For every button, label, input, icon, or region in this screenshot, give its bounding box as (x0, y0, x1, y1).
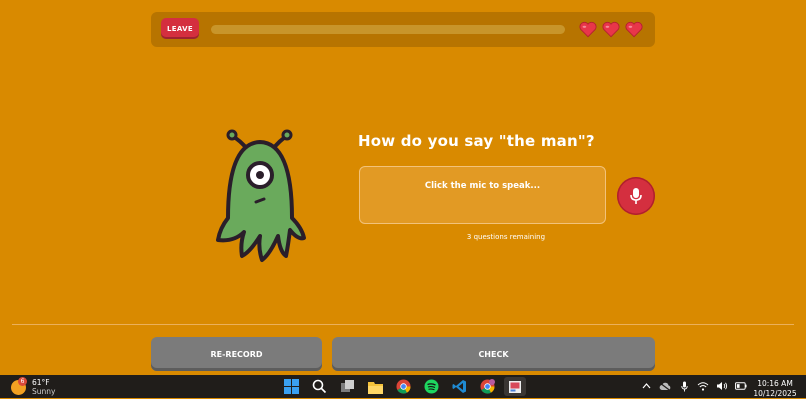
chrome-icon[interactable] (392, 377, 414, 396)
heart-icon (579, 21, 597, 38)
microphone-tray-icon[interactable] (678, 380, 690, 392)
clock[interactable]: 10:16 AM 10/12/2025 (752, 379, 798, 399)
file-explorer-icon[interactable] (364, 377, 386, 396)
mic-button[interactable] (617, 177, 655, 215)
vscode-icon[interactable] (448, 377, 470, 396)
check-button[interactable]: CHECK (332, 337, 655, 371)
top-bar: LEAVE (151, 12, 655, 47)
taskbar-apps (280, 377, 526, 396)
lives (579, 21, 643, 38)
search-icon[interactable] (308, 377, 330, 396)
volume-icon[interactable] (716, 380, 728, 392)
heart-icon (602, 21, 620, 38)
spotify-icon[interactable] (420, 377, 442, 396)
weather-widget[interactable]: 6 61°F Sunny (11, 376, 56, 396)
battery-icon[interactable] (735, 380, 747, 392)
clock-time: 10:16 AM (757, 379, 793, 388)
windows-start-icon[interactable] (280, 377, 302, 396)
questions-remaining: 3 questions remaining (466, 233, 546, 241)
chevron-up-icon[interactable] (640, 380, 652, 392)
weather-temp: 61°F (32, 378, 50, 387)
taskbar: 6 61°F Sunny 10:16 AM 10/12/2025 (0, 375, 806, 398)
snipping-tool-icon[interactable] (504, 377, 526, 396)
progress-bar (211, 25, 565, 34)
speech-output-box: Click the mic to speak... (359, 166, 606, 224)
speak-placeholder: Click the mic to speak... (424, 181, 541, 191)
system-tray (640, 380, 747, 392)
chrome-profile-icon[interactable] (476, 377, 498, 396)
notification-badge: 6 (18, 376, 27, 386)
weather-condition: Sunny (32, 387, 56, 396)
cloud-offline-icon[interactable] (659, 380, 671, 392)
question-title: How do you say "the man"? (358, 132, 595, 150)
divider (12, 324, 794, 325)
leave-button[interactable]: LEAVE (161, 18, 199, 39)
heart-icon (625, 21, 643, 38)
microphone-icon (630, 188, 642, 204)
task-view-icon[interactable] (336, 377, 358, 396)
alien-mascot (216, 129, 306, 262)
wifi-icon[interactable] (697, 380, 709, 392)
re-record-button[interactable]: RE-RECORD (151, 337, 322, 371)
sun-icon: 6 (11, 376, 27, 395)
